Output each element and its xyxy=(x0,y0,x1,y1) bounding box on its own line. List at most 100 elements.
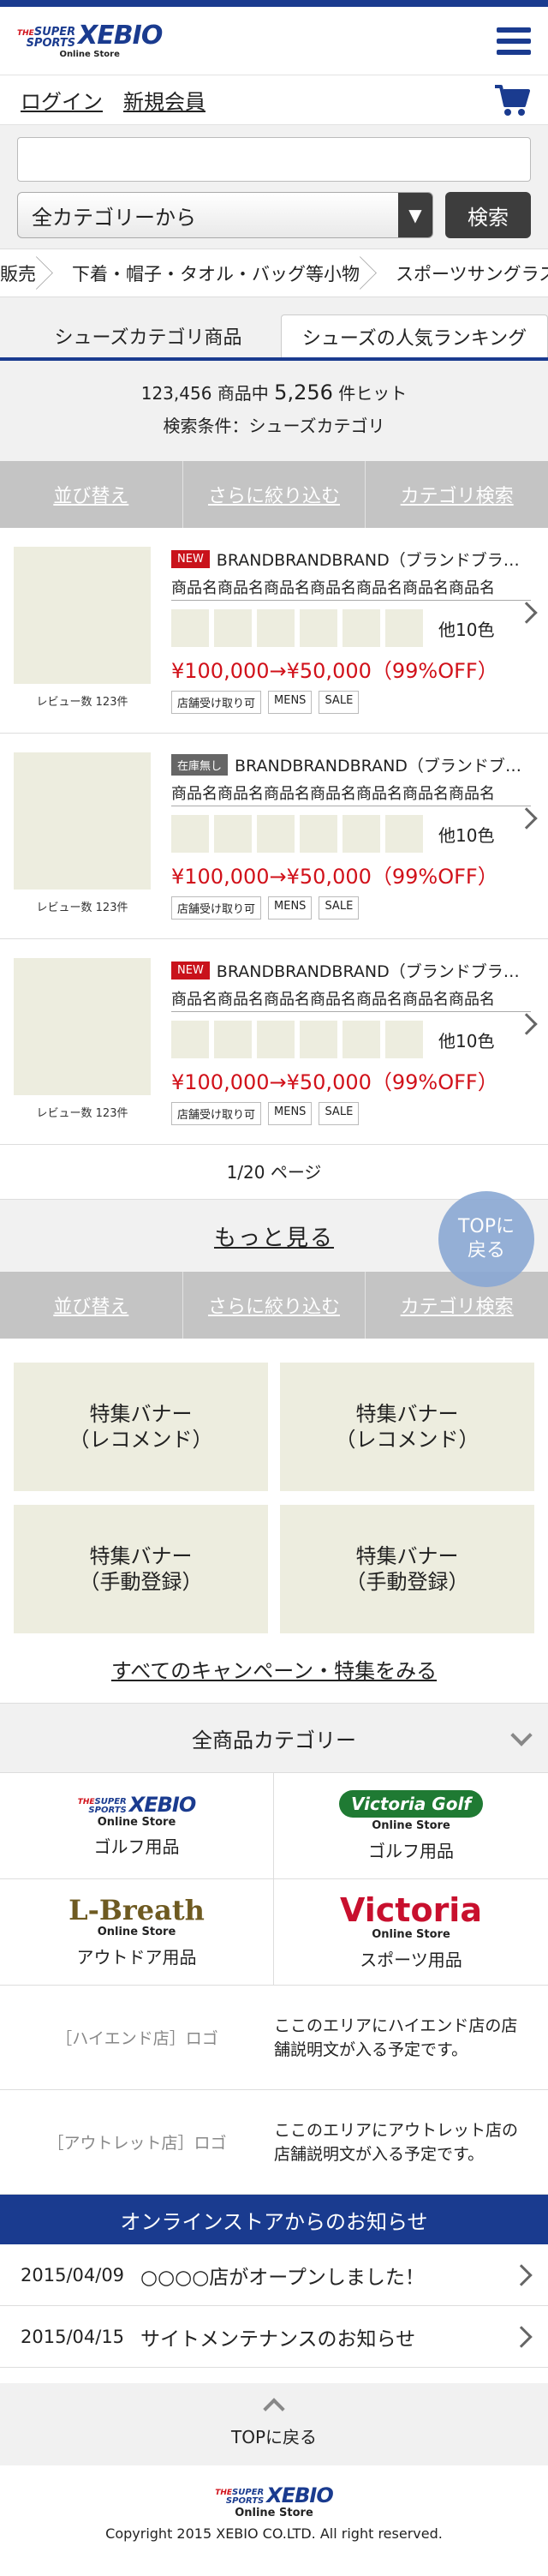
store-victoria-golf[interactable]: Victoria Golf Online Store ゴルフ用品 xyxy=(274,1773,548,1879)
product-info: 在庫無し BRANDBRANDBRAND（ブランドブランドブランド） 商品名商品… xyxy=(171,752,531,938)
product-title-row: NEW BRANDBRANDBRAND（ブランドブランドブランド） xyxy=(171,547,531,571)
highend-store[interactable]: ［ハイエンド店］ロゴ ここのエリアにハイエンド店の店舗説明文が入る予定です。 xyxy=(0,1986,548,2090)
outlet-store[interactable]: ［アウトレット店］ロゴ ここのエリアにアウトレット店の店舗説明文が入る予定です。 xyxy=(0,2090,548,2195)
result-summary: 123,456 商品中 5,256 件ヒット 検索条件：シューズカテゴリ xyxy=(0,361,548,461)
breadcrumb-item[interactable]: 下着・帽子・タオル・バッグ等小物 xyxy=(48,249,372,297)
product-name[interactable]: 商品名商品名商品名商品名商品名商品名商品名 xyxy=(171,572,531,601)
chevron-up-icon xyxy=(263,2397,285,2420)
color-swatch[interactable] xyxy=(385,1021,423,1058)
notices-header: オンラインストアからのお知らせ xyxy=(0,2195,548,2244)
feature-banner[interactable]: 特集バナー （手動登録） xyxy=(14,1505,268,1633)
product-price: ¥100,000→¥50,000（99%OFF） xyxy=(171,659,498,683)
out-of-stock-badge: 在庫無し xyxy=(171,753,229,776)
color-swatch[interactable] xyxy=(385,609,423,647)
color-swatch[interactable] xyxy=(385,815,423,853)
category-select[interactable]: 全カテゴリーから ▼ xyxy=(17,192,433,238)
chevron-down-icon: ▼ xyxy=(398,193,432,237)
color-swatch[interactable] xyxy=(342,815,380,853)
breadcrumb-item[interactable]: 販売 xyxy=(0,249,48,297)
logo-brand: XEBIO xyxy=(128,1792,197,1817)
logo-super-sports: THESUPER SPORTS xyxy=(78,1797,127,1815)
hamburger-icon[interactable] xyxy=(495,24,533,58)
notice-item[interactable]: 2015/04/09 ○○○○店がオープンしました！ xyxy=(0,2244,548,2306)
feature-banner[interactable]: 特集バナー （手動登録） xyxy=(280,1505,534,1633)
color-swatch[interactable] xyxy=(300,609,337,647)
tab-shoes-category[interactable]: シューズカテゴリ商品 xyxy=(15,315,281,357)
refine-button[interactable]: さらに絞り込む xyxy=(183,461,366,528)
product-info: NEW BRANDBRANDBRAND（ブランドブランドブランド） 商品名商品名… xyxy=(171,958,531,1144)
banner-title: 特集バナー xyxy=(355,1402,459,1426)
store-lbreath[interactable]: L-Breath Online Store アウトドア用品 xyxy=(0,1879,274,1986)
color-swatch[interactable] xyxy=(300,1021,337,1058)
footer-logo[interactable]: THESUPER SPORTS XEBIO Online Store xyxy=(215,2483,334,2519)
color-swatch[interactable] xyxy=(300,815,337,853)
logo-brand: XEBIO xyxy=(266,2483,334,2507)
color-swatch[interactable] xyxy=(342,1021,380,1058)
more-colors: 他10色 xyxy=(438,619,495,640)
register-link[interactable]: 新規会員 xyxy=(123,85,206,115)
refine-button[interactable]: さらに絞り込む xyxy=(183,1272,366,1339)
hamburger-line xyxy=(497,49,531,55)
login-link[interactable]: ログイン xyxy=(21,85,103,115)
to-top-button[interactable]: TOPに戻る xyxy=(0,2383,548,2465)
more-colors: 他10色 xyxy=(438,824,495,846)
product-item[interactable]: レビュー数 123件 NEW BRANDBRANDBRAND（ブランドブランドブ… xyxy=(0,939,548,1145)
site-logo[interactable]: THESUPER SPORTS XEBIO Online Store xyxy=(17,22,163,59)
color-swatch[interactable] xyxy=(214,609,252,647)
product-image[interactable] xyxy=(14,958,151,1095)
sort-button[interactable]: 並び替え xyxy=(0,461,183,528)
color-swatch[interactable] xyxy=(342,609,380,647)
category-accordion[interactable]: 全商品カテゴリー xyxy=(0,1703,548,1773)
color-swatch[interactable] xyxy=(214,1021,252,1058)
color-swatch[interactable] xyxy=(171,609,209,647)
color-swatch[interactable] xyxy=(171,815,209,853)
sort-button[interactable]: 並び替え xyxy=(0,1272,183,1339)
product-name[interactable]: 商品名商品名商品名商品名商品名商品名商品名 xyxy=(171,984,531,1012)
product-item[interactable]: レビュー数 123件 NEW BRANDBRANDBRAND（ブランドブランドブ… xyxy=(0,528,548,734)
feature-banners: 特集バナー （レコメンド） 特集バナー （レコメンド） 特集バナー （手動登録） 特集… xyxy=(0,1339,548,1645)
product-item[interactable]: レビュー数 123件 在庫無し BRANDBRANDBRAND（ブランドブランド… xyxy=(0,734,548,939)
color-swatch[interactable] xyxy=(257,1021,295,1058)
outlet-desc: ここのエリアにアウトレット店の店舗説明文が入る予定です。 xyxy=(274,2120,519,2164)
more-colors: 他10色 xyxy=(438,1030,495,1051)
breadcrumb-item[interactable]: スポーツサングラス xyxy=(372,249,548,297)
product-image[interactable] xyxy=(14,547,151,684)
logo-sports: SPORTS xyxy=(26,36,76,50)
to-top-floating-label: TOPに 戻る xyxy=(458,1215,515,1263)
product-image[interactable] xyxy=(14,752,151,890)
total-suffix: 商品中 xyxy=(217,383,269,404)
category-search-button[interactable]: カテゴリ検索 xyxy=(366,461,548,528)
search-input[interactable] xyxy=(17,137,531,182)
cart-icon[interactable] xyxy=(493,81,531,119)
tab-shoes-ranking[interactable]: シューズの人気ランキング xyxy=(281,315,548,357)
review-count: レビュー数 123件 xyxy=(36,696,128,709)
store-victoria[interactable]: Victoria Online Store スポーツ用品 xyxy=(274,1879,548,1986)
notice-date: 2015/04/09 xyxy=(21,2264,125,2285)
highend-desc: ここのエリアにハイエンド店の店舗説明文が入る予定です。 xyxy=(274,2016,518,2059)
category-search-button[interactable]: カテゴリ検索 xyxy=(366,1272,548,1339)
color-swatch[interactable] xyxy=(171,1021,209,1058)
filter-bar: 並び替え さらに絞り込む カテゴリ検索 xyxy=(0,461,548,528)
hamburger-line xyxy=(497,38,531,44)
product-tag: SALE xyxy=(319,896,360,920)
product-tag: SALE xyxy=(319,1102,360,1125)
victoria-golf-logo: Victoria Golf xyxy=(338,1789,484,1818)
color-swatch[interactable] xyxy=(257,815,295,853)
feature-banner[interactable]: 特集バナー （レコメンド） xyxy=(280,1363,534,1491)
tabs: シューズカテゴリ商品 シューズの人気ランキング xyxy=(0,315,548,361)
hit-suffix: 件ヒット xyxy=(338,383,408,404)
all-campaigns-link[interactable]: すべてのキャンペーン・特集をみる xyxy=(111,1659,437,1683)
chevron-down-icon xyxy=(510,1724,533,1746)
color-swatch[interactable] xyxy=(257,609,295,647)
notice-item[interactable]: 2015/04/15 サイトメンテナンスのお知らせ xyxy=(0,2306,548,2368)
store-xebio[interactable]: THESUPER SPORTS XEBIO Online Store ゴルフ用品 xyxy=(0,1773,274,1879)
color-swatch[interactable] xyxy=(214,815,252,853)
feature-banner[interactable]: 特集バナー （レコメンド） xyxy=(14,1363,268,1491)
color-swatches: 他10色 xyxy=(171,815,531,853)
search-button[interactable]: 検索 xyxy=(445,192,531,238)
banner-label: 特集バナー （手動登録） xyxy=(346,1543,469,1595)
to-top-floating-button[interactable]: TOPに 戻る xyxy=(438,1191,534,1287)
product-name[interactable]: 商品名商品名商品名商品名商品名商品名商品名 xyxy=(171,778,531,806)
to-top-label: TOPに戻る xyxy=(230,2426,318,2447)
load-more-link[interactable]: もっと見る xyxy=(214,1220,334,1252)
